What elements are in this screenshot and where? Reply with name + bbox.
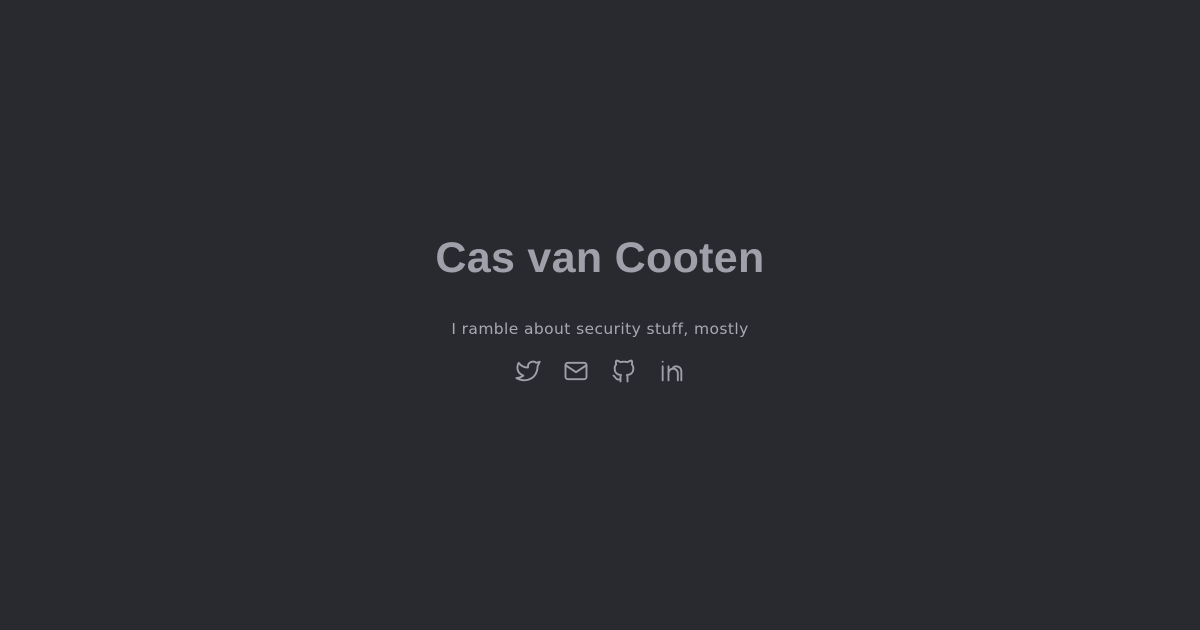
social-links — [514, 357, 686, 385]
twitter-link[interactable] — [514, 357, 542, 385]
linkedin-icon — [661, 360, 683, 382]
mail-icon — [564, 361, 588, 381]
page: Cas van Cooten I ramble about security s… — [0, 0, 1200, 630]
email-link[interactable] — [562, 357, 590, 385]
tagline: I ramble about security stuff, mostly — [451, 320, 749, 338]
linkedin-link[interactable] — [658, 357, 686, 385]
github-link[interactable] — [610, 357, 638, 385]
github-icon — [612, 359, 635, 383]
twitter-icon — [515, 360, 541, 382]
page-title: Cas van Cooten — [435, 234, 765, 282]
